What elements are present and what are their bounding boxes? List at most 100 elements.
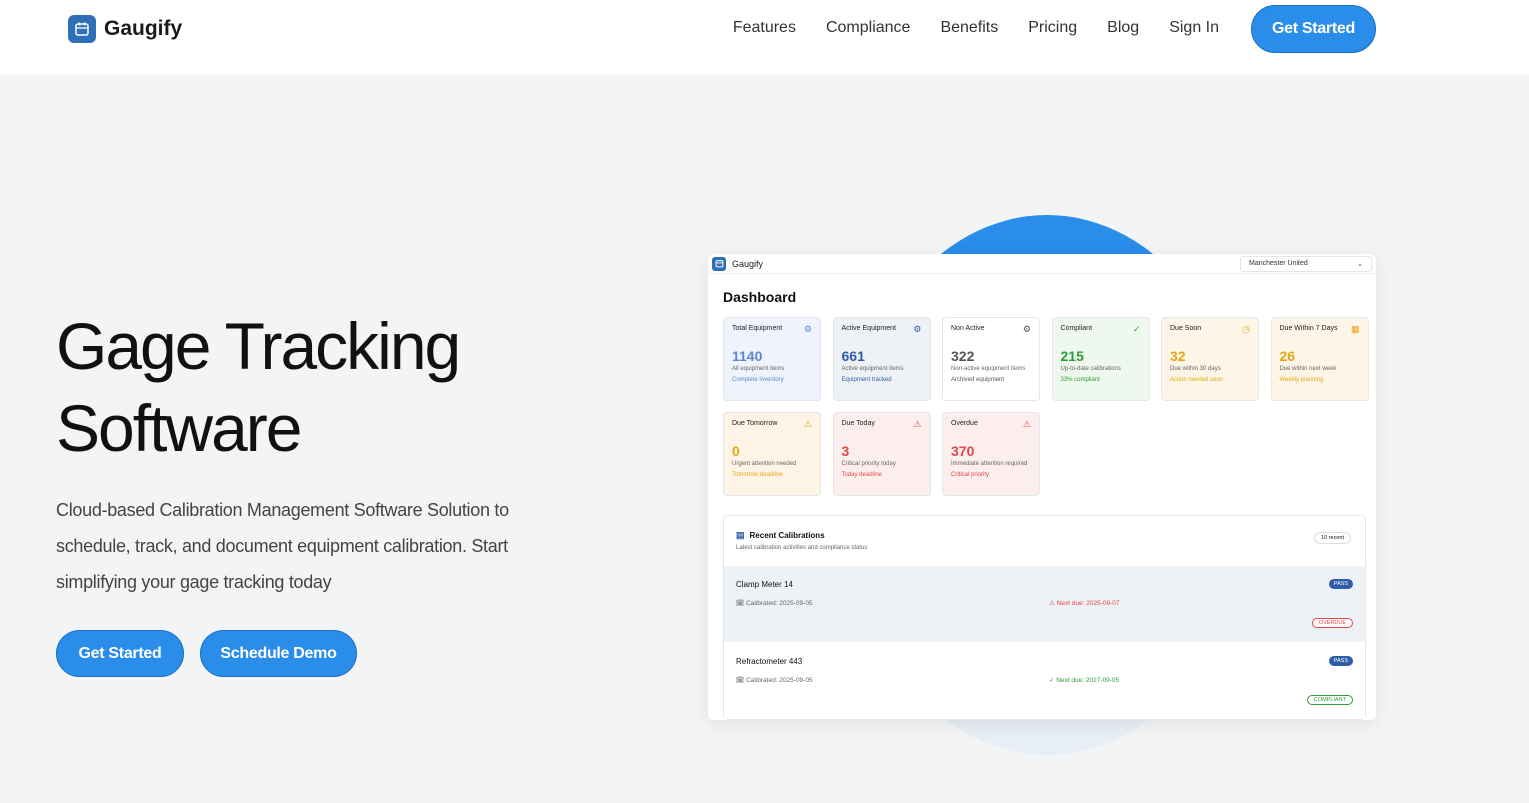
nav-link-sign-in[interactable]: Sign In: [1169, 19, 1219, 37]
stat-label: Due Within 7 Days: [1279, 325, 1338, 332]
hero-subtitle: Cloud-based Calibration Management Softw…: [56, 500, 509, 592]
stat-label: Total Equipment: [732, 325, 783, 332]
stat-header: Total Equipment ⚙: [732, 324, 812, 334]
stat-value: 370: [951, 442, 975, 459]
stat-description: Urgent attention needed: [732, 460, 797, 467]
stat-header: Non Active ⚙: [951, 324, 1031, 334]
stat-footer: Equipment tracked: [841, 377, 892, 383]
stat-card[interactable]: Due Today ⚠ 3 Critical priority today Today …: [832, 411, 931, 496]
hero-title-line-2: Software: [56, 391, 302, 465]
schedule-demo-button[interactable]: Schedule Demo: [200, 630, 357, 677]
stat-card[interactable]: Total Equipment ⚙ 1140 All equipment items C…: [723, 317, 821, 401]
stat-value: 3: [841, 442, 850, 459]
stat-description: Due within 30 days: [1170, 366, 1221, 372]
stat-header: Compliant ✓: [1060, 324, 1141, 334]
stat-value: 215: [1060, 348, 1084, 364]
stat-header: Due Today ⚠: [841, 418, 922, 429]
recent-calibrations-subtitle: Latest calibration activities and compli…: [736, 545, 868, 551]
document-icon: ▤: [736, 530, 745, 540]
calibration-row[interactable]: Refractometer 443 🗓 Calibrated: 2025-09-…: [724, 643, 1365, 719]
stat-card[interactable]: Due Within 7 Days ▦ 26 Due within next week…: [1270, 317, 1369, 401]
dashboard-brand: Gaugify: [712, 256, 764, 271]
calibrated-date: 🗓 Calibrated: 2025-09-05: [736, 677, 813, 684]
calibration-row[interactable]: Clamp Meter 14 🗓 Calibrated: 2025-09-05 …: [724, 566, 1365, 642]
hero-buttons: Get Started Schedule Demo: [56, 630, 357, 677]
warning-icon: ⚠: [913, 418, 922, 429]
nav-link-blog[interactable]: Blog: [1107, 19, 1139, 37]
dashboard-title: Dashboard: [723, 289, 797, 305]
nav-link-compliance[interactable]: Compliance: [826, 19, 910, 37]
result-badge: PASS: [1328, 656, 1353, 666]
stat-label: Compliant: [1060, 325, 1093, 332]
gear-icon: ⚙: [1022, 324, 1031, 334]
stat-label: Active Equipment: [841, 325, 896, 332]
stat-footer: Complete inventory: [732, 377, 784, 383]
stat-label: Non Active: [951, 325, 985, 332]
hero-title-line-1: Gage Tracking: [56, 309, 461, 383]
stat-value: 0: [732, 442, 740, 459]
recent-calibrations-title: ▤ Recent Calibrations: [736, 530, 825, 541]
stat-header: Active Equipment ⚙: [841, 324, 922, 334]
stat-footer: 33% compliant: [1060, 377, 1100, 383]
stat-header: Due Within 7 Days ▦: [1279, 324, 1360, 334]
stat-card[interactable]: Non Active ⚙ 322 Non-active equipment items…: [942, 317, 1040, 401]
gear-icon: ⚙: [913, 324, 922, 334]
stat-value: 661: [841, 348, 865, 364]
dashboard-brand-name: Gaugify: [732, 258, 764, 269]
stat-card[interactable]: Overdue ⚠ 370 Immediate attention required C…: [942, 411, 1040, 496]
status-badge: COMPLIANT: [1306, 695, 1353, 705]
org-name: Manchester United: [1249, 260, 1308, 267]
calendar-icon: [68, 15, 96, 43]
stat-label: Due Today: [841, 419, 875, 427]
hero-get-started-button[interactable]: Get Started: [56, 630, 184, 677]
stat-label: Due Soon: [1170, 325, 1202, 332]
recent-calibrations-panel: ▤ Recent Calibrations Latest calibration…: [723, 515, 1366, 720]
result-badge: PASS: [1328, 579, 1353, 589]
dashboard-topbar: Gaugify Manchester United ⌄: [708, 254, 1376, 274]
nav-link-features[interactable]: Features: [733, 19, 796, 37]
clock-icon: ◷: [1242, 324, 1250, 334]
nav-link-pricing[interactable]: Pricing: [1028, 19, 1077, 37]
next-due-date: ✓ Next due: 2027-09-05: [1049, 677, 1120, 684]
stat-footer: Critical priority: [951, 471, 990, 478]
hero-title: Gage Tracking Software: [56, 305, 461, 469]
stat-value: 26: [1279, 348, 1296, 364]
top-nav: Gaugify Features Compliance Benefits Pri…: [0, 0, 1529, 75]
stat-value: 32: [1170, 348, 1186, 364]
stat-description: Active equipment items: [841, 366, 904, 372]
stat-footer: Weekly planning: [1279, 377, 1324, 383]
brand-logo[interactable]: Gaugify: [68, 15, 182, 43]
nav-links: Features Compliance Benefits Pricing Blo…: [733, 19, 1219, 37]
next-due-date: ⚠ Next due: 2025-09-07: [1049, 600, 1120, 607]
stat-footer: Archived equipment: [951, 377, 1005, 383]
stat-description: Non-active equipment items: [951, 366, 1026, 372]
calendar-icon: ▦: [1350, 324, 1360, 334]
stat-value: 1140: [732, 348, 763, 364]
equipment-name: Refractometer 443: [736, 657, 803, 666]
gear-icon: ⚙: [803, 324, 812, 334]
stat-description: Up-to-date calibrations: [1060, 366, 1121, 372]
stat-description: Due within next week: [1279, 366, 1337, 372]
stat-card[interactable]: Active Equipment ⚙ 661 Active equipment ite…: [832, 317, 931, 401]
stat-value: 322: [951, 348, 975, 364]
chevron-down-icon: ⌄: [1357, 260, 1363, 268]
stat-header: Due Soon ◷: [1170, 324, 1250, 334]
stat-description: Immediate attention required: [951, 460, 1028, 467]
stat-footer: Action needed soon: [1170, 377, 1224, 383]
stat-card[interactable]: Due Soon ◷ 32 Due within 30 days Action need…: [1161, 317, 1259, 401]
check-circle-icon: ✓: [1132, 324, 1141, 334]
nav-link-benefits[interactable]: Benefits: [940, 19, 998, 37]
warning-icon: ⚠: [1022, 418, 1031, 429]
stat-header: Due Tomorrow ⚠: [732, 419, 812, 428]
stat-description: Critical priority today: [841, 460, 896, 467]
stat-description: All equipment items: [732, 366, 785, 372]
recent-count-badge: 10 recent: [1314, 532, 1351, 544]
nav-get-started-button[interactable]: Get Started: [1251, 5, 1376, 53]
stat-card[interactable]: Compliant ✓ 215 Up-to-date calibrations 33% …: [1051, 317, 1150, 401]
stat-card[interactable]: Due Tomorrow ⚠ 0 Urgent attention needed Tom…: [723, 411, 821, 496]
equipment-name: Clamp Meter 14: [736, 580, 793, 589]
org-selector[interactable]: Manchester United ⌄: [1240, 255, 1372, 272]
calendar-icon: [712, 256, 726, 271]
stat-footer: Tomorrow deadline: [732, 471, 783, 478]
recent-title-text: Recent Calibrations: [749, 531, 825, 540]
